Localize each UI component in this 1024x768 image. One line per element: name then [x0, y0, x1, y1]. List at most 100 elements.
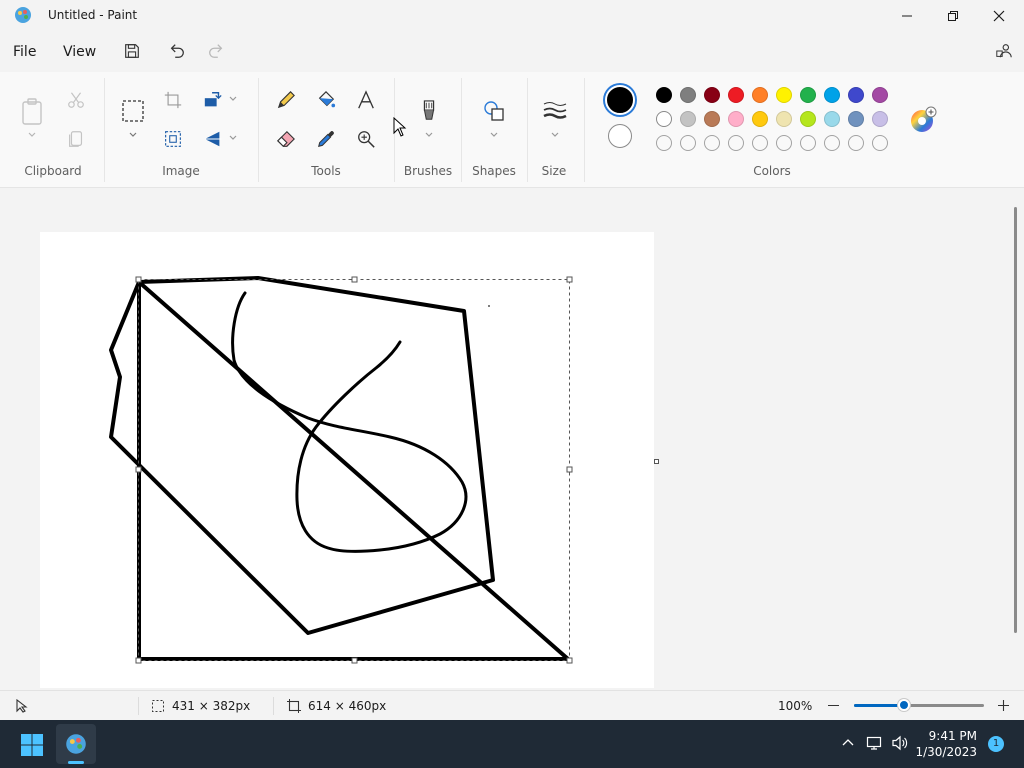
crop-icon[interactable]	[162, 89, 184, 111]
palette-swatch[interactable]	[824, 87, 840, 103]
ribbon-divider	[104, 78, 105, 182]
text-icon[interactable]	[355, 89, 377, 111]
copy-icon[interactable]	[65, 128, 87, 150]
custom-color-slot[interactable]	[728, 135, 744, 151]
status-divider	[273, 697, 274, 715]
taskbar: 9:41 PM 1/30/2023 1	[0, 720, 1024, 768]
shapes-icon[interactable]	[482, 99, 506, 123]
magnifier-icon[interactable]	[355, 128, 377, 150]
colors-group-label: Colors	[753, 164, 791, 178]
palette-swatch[interactable]	[752, 111, 768, 127]
custom-color-slot[interactable]	[656, 135, 672, 151]
vertical-scrollbar[interactable]	[1014, 207, 1017, 633]
image-group-label: Image	[162, 164, 200, 178]
palette-swatch[interactable]	[656, 87, 672, 103]
rotate-chevron-down-icon[interactable]	[228, 95, 238, 103]
palette-swatch[interactable]	[872, 87, 888, 103]
paste-icon[interactable]	[20, 98, 44, 126]
fill-bucket-icon[interactable]	[315, 89, 337, 111]
zoom-slider-thumb[interactable]	[898, 699, 910, 711]
pencil-icon[interactable]	[275, 89, 297, 111]
palette-swatch[interactable]	[680, 87, 696, 103]
palette-swatch[interactable]	[800, 87, 816, 103]
drawing-strokes	[109, 276, 573, 664]
select-rectangle-icon[interactable]	[121, 99, 145, 123]
palette-swatch[interactable]	[776, 87, 792, 103]
zoom-slider-fill	[854, 704, 904, 707]
cut-icon[interactable]	[65, 89, 87, 111]
flip-icon[interactable]	[202, 128, 224, 150]
minimize-button[interactable]	[884, 0, 930, 32]
palette-swatch[interactable]	[872, 111, 888, 127]
selection-size-text: 431 × 382px	[172, 699, 251, 713]
custom-color-slot[interactable]	[824, 135, 840, 151]
taskbar-clock[interactable]: 9:41 PM 1/30/2023	[915, 728, 977, 760]
custom-color-slot[interactable]	[680, 135, 696, 151]
tools-group-label: Tools	[311, 164, 341, 178]
custom-color-slot[interactable]	[872, 135, 888, 151]
ribbon-divider	[258, 78, 259, 182]
palette-swatch[interactable]	[704, 87, 720, 103]
custom-color-slot[interactable]	[776, 135, 792, 151]
canvas-resize-handle[interactable]	[654, 459, 659, 464]
ribbon-divider	[584, 78, 585, 182]
windows-start-icon[interactable]	[20, 733, 44, 757]
active-app-indicator	[68, 761, 84, 764]
file-menu[interactable]: File	[13, 42, 36, 62]
palette-swatch[interactable]	[824, 111, 840, 127]
brush-icon[interactable]	[417, 98, 441, 124]
close-button[interactable]	[976, 0, 1022, 32]
undo-icon[interactable]	[167, 41, 187, 61]
notification-badge[interactable]: 1	[988, 736, 1004, 752]
pointer-position-icon	[16, 699, 28, 713]
account-icon[interactable]	[994, 41, 1014, 61]
restore-button[interactable]	[930, 0, 976, 32]
edit-colors-icon[interactable]	[909, 106, 937, 134]
custom-color-slot[interactable]	[848, 135, 864, 151]
palette-swatch[interactable]	[752, 87, 768, 103]
custom-color-slot[interactable]	[704, 135, 720, 151]
brushes-chevron-down-icon[interactable]	[424, 131, 434, 139]
title-bar: Untitled - Paint	[0, 0, 1024, 32]
eraser-icon[interactable]	[275, 128, 297, 150]
canvas-size-icon	[287, 699, 301, 713]
palette-swatch[interactable]	[656, 111, 672, 127]
redo-icon[interactable]	[206, 41, 226, 61]
size-chevron-down-icon[interactable]	[550, 131, 560, 139]
palette-swatch[interactable]	[680, 111, 696, 127]
palette-swatch[interactable]	[704, 111, 720, 127]
palette-swatch[interactable]	[848, 87, 864, 103]
zoom-slider[interactable]	[854, 699, 984, 711]
palette-swatch[interactable]	[800, 111, 816, 127]
custom-color-slot[interactable]	[752, 135, 768, 151]
window-title: Untitled - Paint	[48, 8, 138, 22]
select-chevron-down-icon[interactable]	[128, 131, 138, 139]
stroke-size-icon[interactable]	[542, 99, 568, 121]
shapes-chevron-down-icon[interactable]	[489, 131, 499, 139]
flip-chevron-down-icon[interactable]	[228, 134, 238, 142]
brushes-group-label: Brushes	[403, 164, 453, 178]
palette-swatch[interactable]	[848, 111, 864, 127]
rotate-icon[interactable]	[202, 89, 224, 111]
palette-swatch[interactable]	[728, 87, 744, 103]
resize-icon[interactable]	[162, 128, 184, 150]
view-menu[interactable]: View	[63, 42, 96, 62]
workspace	[0, 117, 1024, 690]
color-picker-icon[interactable]	[315, 128, 337, 150]
secondary-color-swatch[interactable]	[608, 124, 632, 148]
chevron-up-icon[interactable]	[841, 737, 855, 747]
zoom-in-button[interactable]	[997, 699, 1010, 712]
palette-swatch[interactable]	[776, 111, 792, 127]
taskbar-paint-button[interactable]	[56, 724, 96, 764]
primary-color-swatch[interactable]	[605, 85, 635, 115]
ribbon: Clipboard Image Tools Brushes Shapes Siz…	[0, 72, 1024, 188]
save-icon[interactable]	[122, 41, 142, 61]
volume-icon[interactable]	[891, 735, 909, 751]
custom-color-slot[interactable]	[800, 135, 816, 151]
ribbon-divider	[527, 78, 528, 182]
zoom-out-button[interactable]	[828, 705, 839, 706]
network-icon[interactable]	[866, 735, 884, 751]
drawing-canvas[interactable]	[40, 232, 654, 688]
palette-swatch[interactable]	[728, 111, 744, 127]
paste-chevron-down-icon[interactable]	[27, 131, 37, 139]
